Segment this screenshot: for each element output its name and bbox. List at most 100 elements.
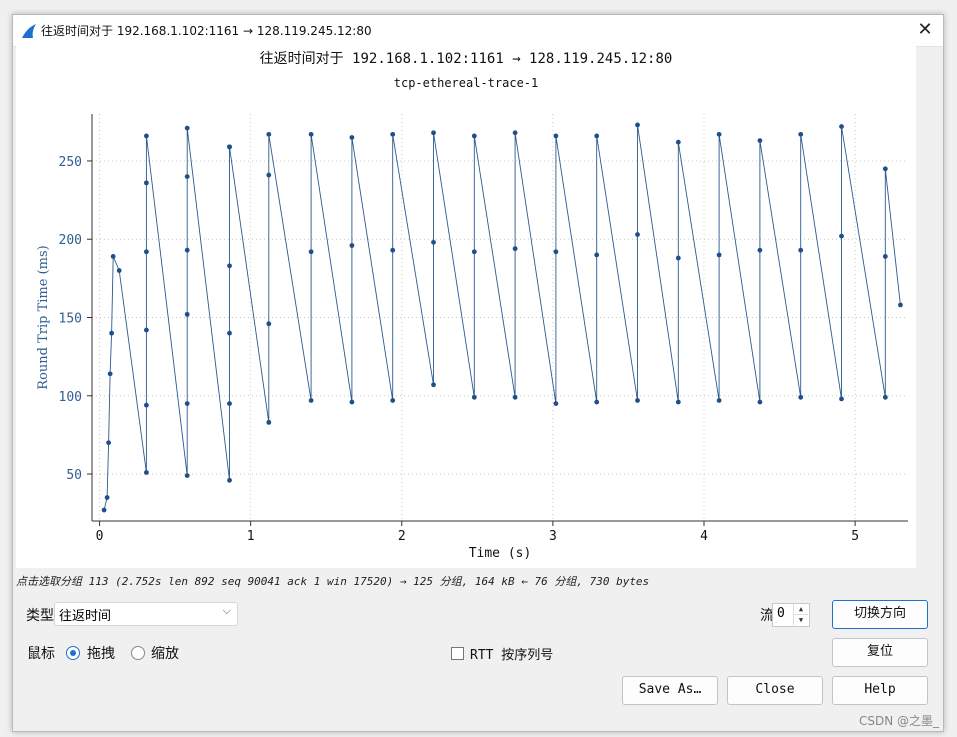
rtt-data-point (512, 246, 518, 252)
rtt-data-point (184, 311, 190, 317)
rtt-data-point (104, 495, 110, 500)
rtt-data-point (227, 144, 232, 150)
type-label: 类型 (26, 608, 54, 624)
rtt-data-point (757, 399, 763, 405)
x-tick-label: 4 (700, 529, 708, 544)
rtt-data-point (716, 252, 722, 258)
x-tick-label: 5 (851, 529, 859, 544)
rtt-data-point (839, 124, 844, 129)
rtt-data-point (431, 382, 436, 388)
rtt-data-point (390, 247, 396, 253)
wireshark-fin-icon (22, 24, 36, 38)
rtt-data-point (144, 470, 149, 475)
x-tick-label: 2 (398, 529, 406, 544)
x-tick-label: 0 (96, 529, 104, 544)
window-title: 往返时间对于 192.168.1.102:1161 → 128.119.245.… (41, 24, 372, 38)
rtt-chart[interactable]: 50 100 150 200 250 0 1 2 3 4 5 Time (s) Round Trip T… (16, 44, 916, 568)
rtt-data-point (227, 330, 232, 336)
rtt-data-point (512, 394, 518, 400)
rtt-data-point (349, 243, 355, 248)
x-tick-label: 3 (549, 529, 557, 544)
chevron-down-icon: ⌵ (222, 604, 231, 617)
y-tick-label: 150 (59, 312, 82, 327)
rtt-data-point (184, 401, 190, 406)
rtt-data-point (390, 398, 396, 403)
drag-radio[interactable] (66, 646, 80, 660)
spin-down-icon[interactable]: ▼ (793, 614, 808, 625)
rtt-data-point (227, 401, 232, 406)
rtt-data-point (227, 263, 232, 269)
rtt-by-seq-checkbox[interactable] (451, 647, 464, 660)
save-as-button[interactable]: Save As… (622, 676, 718, 705)
rtt-data-point (471, 249, 477, 255)
rtt-data-point (144, 249, 149, 255)
rtt-data-point (144, 402, 149, 408)
rtt-data-point (349, 399, 355, 405)
rtt-data-point (839, 233, 844, 239)
rtt-data-point (266, 419, 272, 425)
y-tick-label: 50 (66, 468, 82, 483)
switch-direction-button[interactable]: 切换方向 (832, 600, 928, 629)
rtt-data-point (431, 239, 436, 245)
rtt-data-point (106, 440, 112, 446)
graph-type-value: 往返时间 (59, 609, 112, 624)
rtt-data-point (882, 254, 888, 259)
rtt-data-point (839, 396, 844, 402)
rtt-by-seq-label[interactable]: RTT 按序列号 (470, 644, 553, 663)
rtt-data-point (471, 133, 477, 139)
flow-spinbox[interactable]: 0 ▲ ▼ (772, 603, 810, 627)
mouse-label: 鼠标 (27, 646, 55, 662)
y-tick-label: 250 (59, 155, 82, 170)
rtt-data-point (882, 394, 888, 400)
zoom-label[interactable]: 缩放 (151, 643, 179, 663)
rtt-data-point (594, 399, 600, 405)
rtt-data-point (512, 130, 518, 136)
rtt-data-point (798, 394, 804, 400)
rtt-data-point (110, 254, 116, 259)
plot-panel[interactable]: 50 100 150 200 250 0 1 2 3 4 5 Time (s) Round Trip T… (16, 44, 916, 568)
graph-type-select[interactable]: 往返时间 ⌵ (54, 602, 238, 626)
rtt-data-point (431, 130, 436, 136)
rtt-data-point (107, 371, 113, 377)
rtt-data-point (308, 398, 314, 403)
rtt-data-point (184, 174, 190, 180)
plot-title: 往返时间对于 192.168.1.102:1161 → 128.119.245.… (259, 51, 673, 67)
rtt-data-point (898, 302, 903, 308)
rtt-data-point (184, 473, 190, 479)
rtt-data-point (675, 255, 681, 261)
rtt-data-point (882, 166, 888, 172)
rtt-data-point (798, 247, 804, 253)
help-button[interactable]: Help (832, 676, 928, 705)
y-tick-label: 200 (59, 233, 82, 248)
y-tick-label: 100 (59, 390, 82, 405)
rtt-data-point (675, 399, 681, 405)
rtt-data-point (308, 131, 314, 137)
rtt-data-point (757, 138, 763, 144)
rtt-data-point (594, 133, 600, 139)
zoom-radio[interactable] (131, 646, 145, 660)
rtt-data-point (227, 477, 232, 483)
rtt-data-point (390, 131, 396, 137)
reset-button[interactable]: 复位 (832, 638, 928, 667)
rtt-data-point (553, 401, 559, 406)
rtt-data-point (757, 247, 763, 253)
title-bar[interactable]: 往返时间对于 192.168.1.102:1161 → 128.119.245.… (13, 15, 943, 47)
rtt-data-point (144, 180, 149, 186)
close-window-button[interactable]: ✕ (913, 18, 937, 42)
rtt-data-point (184, 247, 190, 253)
rtt-data-point (308, 249, 314, 255)
close-button[interactable]: Close (727, 676, 823, 705)
rtt-data-point (553, 249, 559, 255)
rtt-data-point (635, 122, 640, 128)
rtt-data-point (101, 507, 107, 513)
drag-label[interactable]: 拖拽 (87, 643, 115, 663)
rtt-data-point (675, 139, 681, 145)
rtt-data-point (635, 232, 640, 237)
status-hint: 点击选取分组 113 (2.752s len 892 seq 90041 ack… (16, 575, 650, 588)
rtt-data-point (349, 135, 355, 140)
rtt-data-point (266, 321, 272, 327)
spin-up-icon[interactable]: ▲ (793, 604, 808, 614)
rtt-data-point (798, 131, 804, 137)
rtt-data-point (144, 133, 149, 139)
rtt-data-point (716, 398, 722, 403)
